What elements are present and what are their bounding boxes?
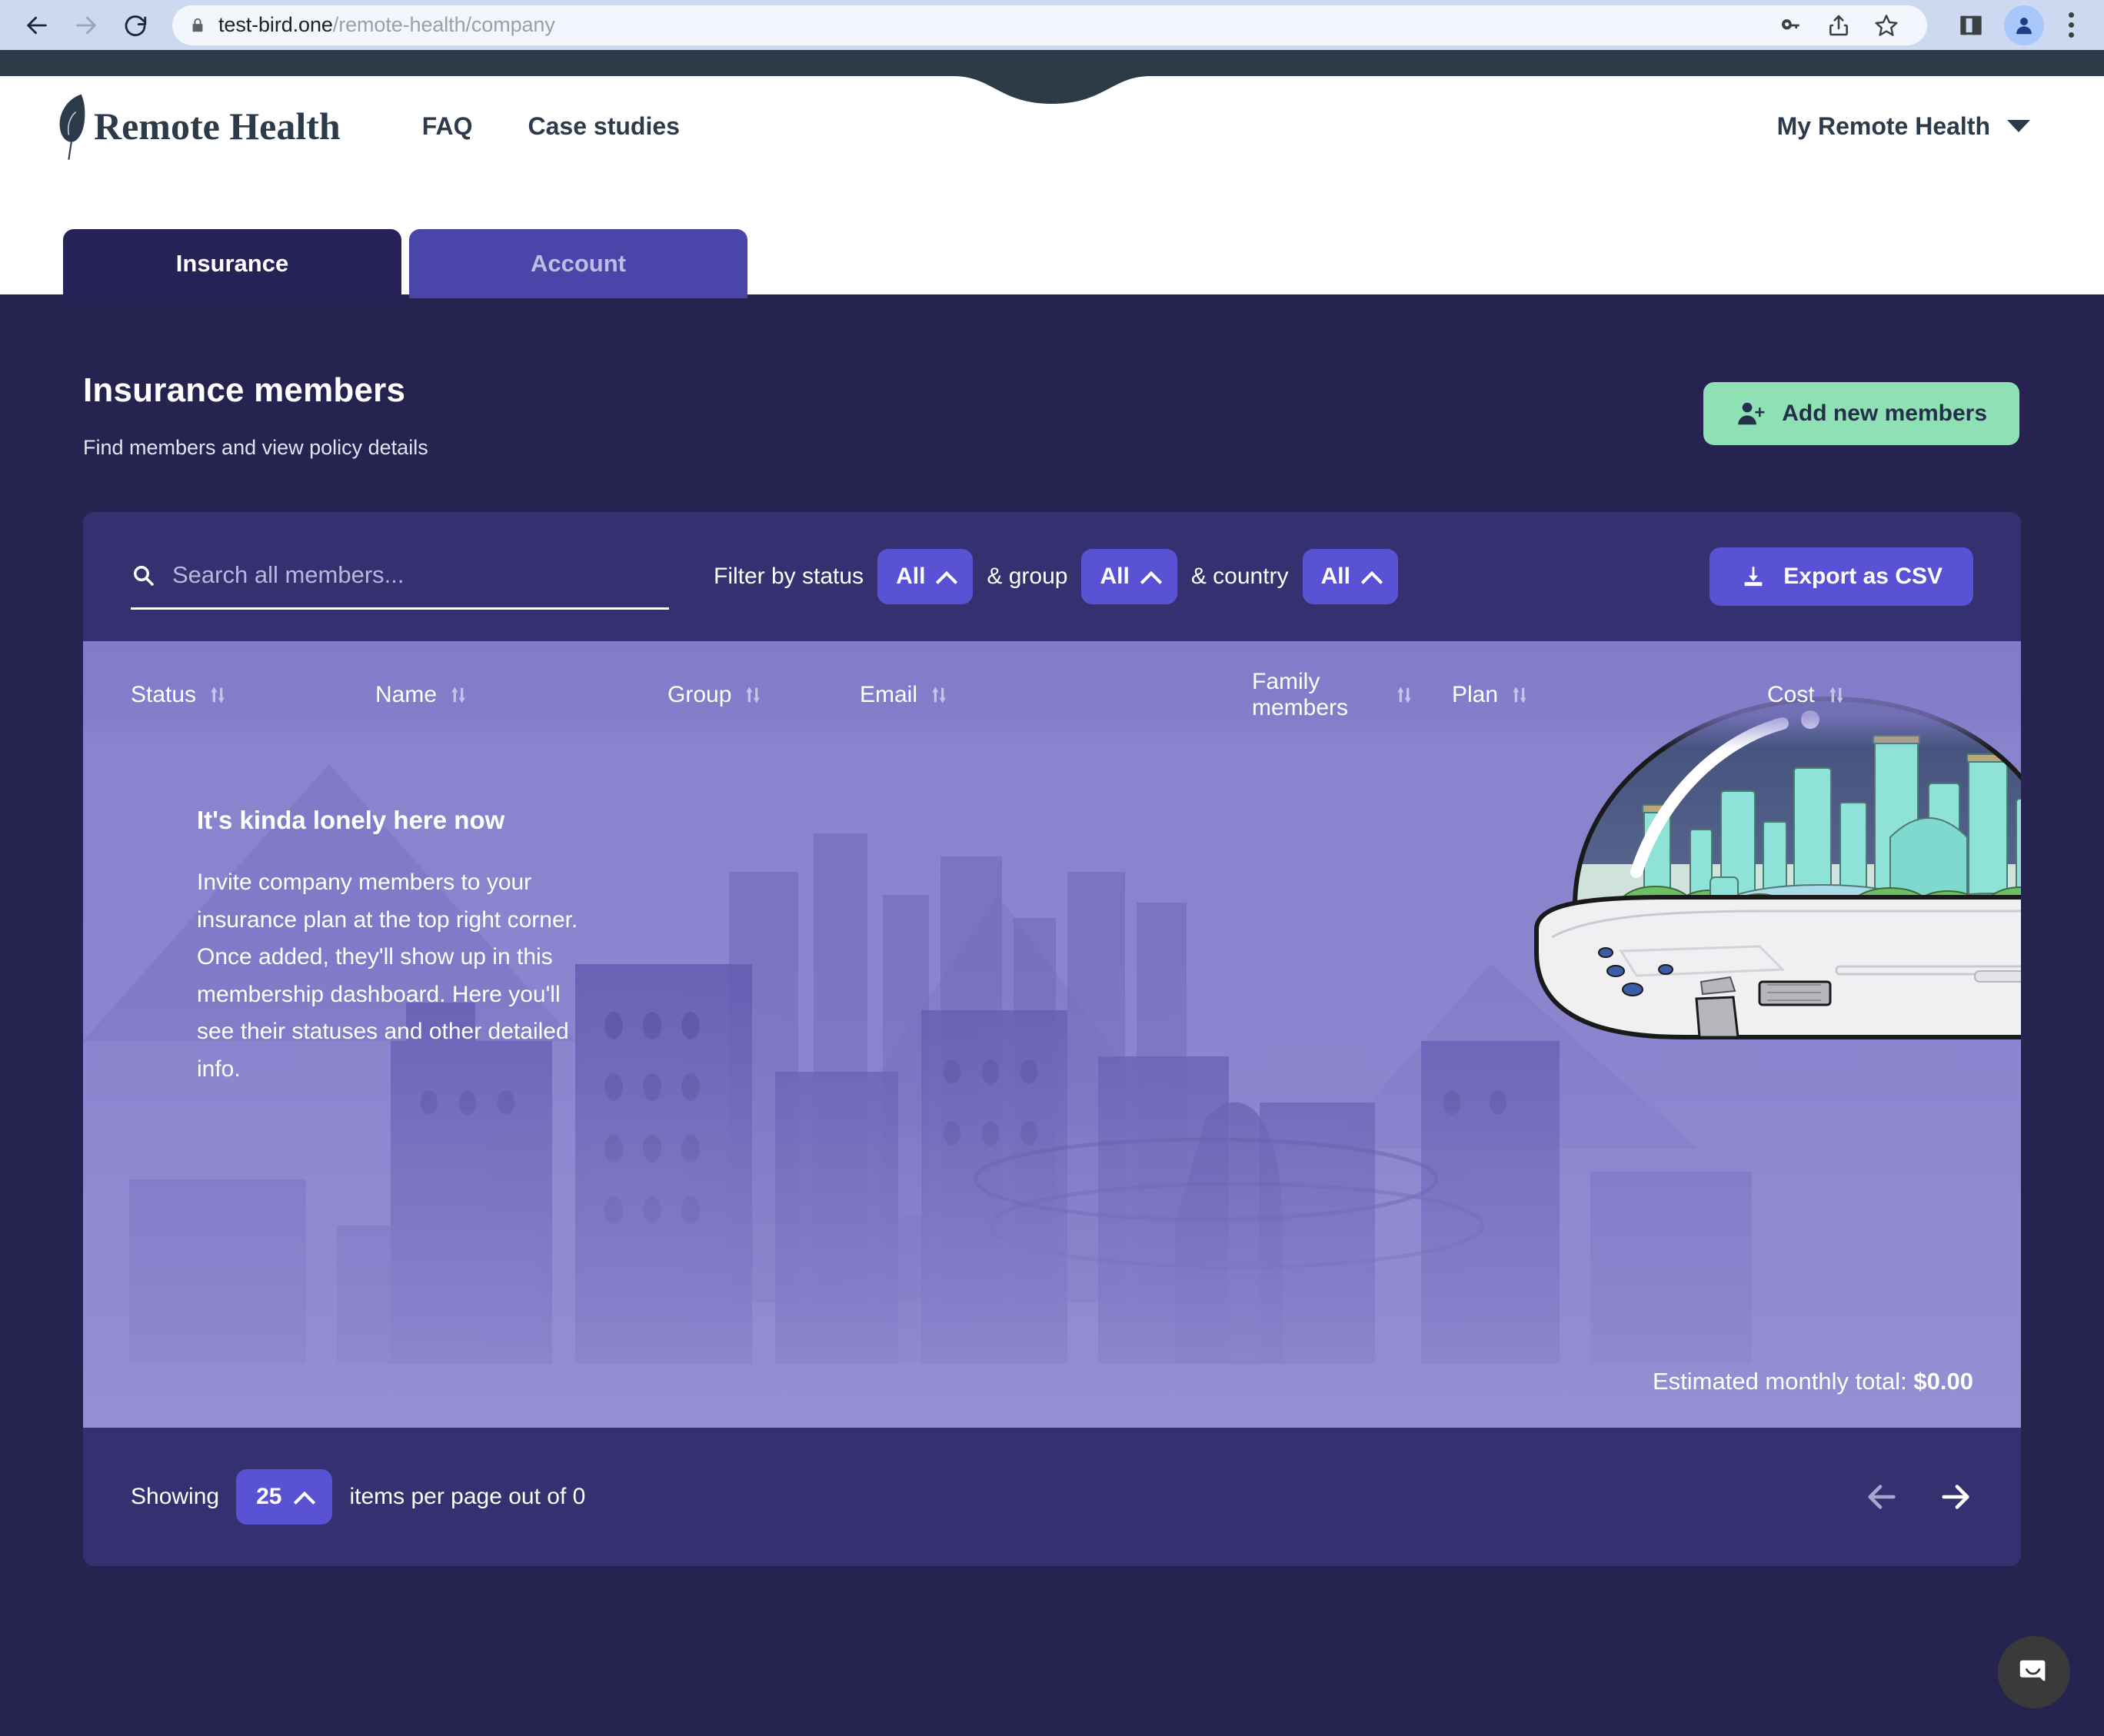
empty-state-title: It's kinda lonely here now: [197, 806, 505, 834]
members-card: Filter by status All & group All & count…: [83, 512, 2021, 1566]
column-header-group[interactable]: Group: [667, 682, 860, 708]
logo-text: Remote Health: [94, 105, 341, 148]
column-header-plan-label: Plan: [1452, 682, 1499, 707]
sort-updown-icon: [211, 687, 225, 703]
nav-link-faq[interactable]: FAQ: [394, 112, 501, 141]
profile-avatar-icon[interactable]: [2004, 5, 2044, 45]
column-header-name[interactable]: Name: [375, 682, 667, 708]
members-toolbar: Filter by status All & group All & count…: [83, 512, 2021, 641]
omnibox[interactable]: test-bird.one/remote-health/company: [172, 5, 1927, 45]
account-menu-label: My Remote Health: [1776, 111, 1990, 140]
arrow-right-icon[interactable]: [1938, 1479, 1973, 1515]
filter-status-dropdown[interactable]: All: [877, 549, 974, 604]
url-domain: test-bird.one: [218, 13, 333, 36]
download-icon: [1744, 567, 1763, 587]
export-csv-label: Export as CSV: [1783, 564, 1943, 589]
browser-back-button[interactable]: [15, 4, 58, 47]
pagination-showing-label: Showing: [131, 1484, 220, 1509]
site-root: Remote Health FAQ Case studies My Remote…: [0, 50, 2104, 1736]
sort-updown-icon: [932, 687, 946, 703]
sort-updown-icon: [451, 687, 465, 703]
per-page-dropdown[interactable]: 25: [236, 1469, 333, 1525]
add-new-members-button[interactable]: Add new members: [1703, 382, 2019, 445]
add-new-members-label: Add new members: [1782, 401, 1987, 426]
arrow-left-icon[interactable]: [1864, 1479, 1899, 1515]
members-table: Status Name Group Email Family members P…: [83, 641, 2021, 1428]
account-menu[interactable]: My Remote Health: [1777, 112, 2073, 141]
table-header-row: Status Name Group Email Family members P…: [83, 641, 2021, 749]
pagination-bar: Showing 25 items per page out of 0: [83, 1428, 2021, 1566]
filter-country-label: & country: [1190, 564, 1289, 589]
main-nav: FAQ Case studies: [394, 112, 707, 141]
column-header-family-members-label: Family members: [1252, 668, 1349, 721]
chat-bubble-icon: [2019, 1660, 2046, 1681]
filter-group-label: & group: [987, 564, 1068, 589]
browser-forward-button[interactable]: [65, 4, 108, 47]
filter-status-value: All: [896, 564, 926, 589]
url-path: /remote-health/company: [332, 13, 555, 36]
tab-insurance[interactable]: Insurance: [63, 229, 401, 298]
chevron-down-icon: [2007, 120, 2030, 132]
column-header-family-members[interactable]: Family members: [1252, 669, 1452, 722]
side-panel-icon[interactable]: [1947, 2, 1995, 49]
sort-updown-icon: [746, 687, 761, 703]
top-dark-strip: [0, 50, 2104, 76]
filter-country-value: All: [1320, 564, 1350, 589]
share-icon[interactable]: [1815, 2, 1863, 49]
pagination-suffix-label: items per page out of 0: [349, 1484, 586, 1509]
column-header-cost-label: Cost: [1767, 682, 1815, 707]
estimated-monthly-total-value: $0.00: [1913, 1368, 1973, 1395]
chat-launcher-button[interactable]: [1998, 1636, 2070, 1708]
kebab-menu-icon[interactable]: [2053, 2, 2089, 49]
lock-icon: [192, 18, 203, 32]
nav-link-case-studies[interactable]: Case studies: [501, 112, 707, 141]
filter-country-dropdown[interactable]: All: [1302, 549, 1398, 604]
column-header-plan[interactable]: Plan: [1452, 682, 1767, 708]
empty-state: It's kinda lonely here now Invite compan…: [83, 749, 591, 1089]
column-header-name-label: Name: [375, 682, 438, 707]
tab-insurance-label: Insurance: [175, 250, 289, 277]
star-icon[interactable]: [1863, 2, 1910, 49]
logo[interactable]: Remote Health: [54, 91, 341, 161]
tab-account[interactable]: Account: [409, 229, 747, 298]
filter-status-label: Filter by status: [714, 564, 864, 589]
page-header: Insurance members Find members and view …: [0, 294, 2104, 460]
chevron-up-icon: [295, 1488, 312, 1505]
sort-updown-icon: [1829, 687, 1843, 703]
page-body: Insurance members Find members and view …: [0, 294, 2104, 1736]
filter-group-dropdown[interactable]: All: [1081, 549, 1177, 604]
sort-updown-icon: [1513, 687, 1526, 703]
per-page-value: 25: [256, 1484, 282, 1509]
estimated-monthly-total: Estimated monthly total: $0.00: [1653, 1368, 1973, 1395]
column-header-email[interactable]: Email: [860, 682, 1252, 708]
column-header-group-label: Group: [667, 682, 732, 707]
person-add-icon: [1738, 402, 1765, 425]
feather-icon: [59, 94, 85, 160]
browser-reload-button[interactable]: [114, 4, 157, 47]
column-header-status[interactable]: Status: [131, 682, 375, 708]
column-header-status-label: Status: [131, 682, 197, 707]
search-input[interactable]: [172, 560, 669, 589]
tab-account-label: Account: [531, 250, 626, 277]
search-icon: [134, 565, 154, 586]
page-title: Insurance members: [83, 371, 406, 409]
estimated-monthly-total-label: Estimated monthly total:: [1652, 1368, 1907, 1395]
section-tabs: Insurance Account: [63, 229, 747, 298]
chevron-up-icon: [937, 568, 954, 585]
chevron-up-icon: [1142, 568, 1159, 585]
export-csv-button[interactable]: Export as CSV: [1710, 547, 1973, 606]
chevron-up-icon: [1363, 568, 1380, 585]
filter-group-value: All: [1100, 564, 1130, 589]
empty-state-body: Invite company members to your insurance…: [197, 870, 578, 1082]
column-header-cost[interactable]: Cost: [1767, 682, 1847, 708]
key-icon[interactable]: [1767, 2, 1815, 49]
column-header-email-label: Email: [860, 682, 918, 707]
page-subtitle: Find members and view policy details: [83, 436, 428, 459]
sort-updown-icon: [1397, 687, 1411, 703]
browser-toolbar: test-bird.one/remote-health/company: [0, 0, 2104, 50]
filters-group: Filter by status All & group All & count…: [714, 549, 1412, 604]
url-text: test-bird.one/remote-health/company: [218, 13, 555, 37]
search-box[interactable]: [131, 560, 669, 610]
